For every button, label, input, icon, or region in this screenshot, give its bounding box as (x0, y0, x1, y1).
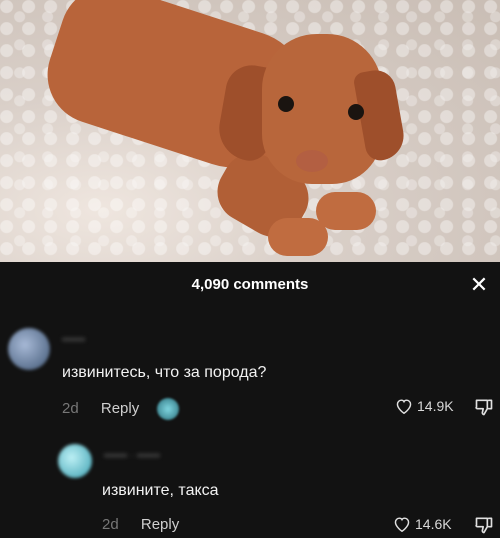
comment-meta: 2d Reply (102, 516, 179, 533)
comment-time: 2d (102, 516, 119, 533)
dog-paw-left (268, 218, 328, 256)
like-count: 14.6K (415, 516, 452, 532)
comments-panel: 4,090 comments ✕ •••••• извинитесь, что … (0, 262, 500, 538)
like-button[interactable]: 14.6K (393, 516, 452, 532)
comment-username[interactable]: •••••• · •••••• (104, 450, 160, 462)
heart-icon (394, 517, 410, 532)
dog-nose (296, 150, 328, 172)
reply-button[interactable]: Reply (141, 516, 179, 533)
comment-item: •••••• · •••••• извините, такса 2d Reply… (0, 262, 500, 538)
dog-eye-left (278, 96, 294, 112)
dog-eye-right (348, 104, 364, 120)
dog-paw-right (316, 192, 376, 230)
avatar[interactable] (58, 444, 92, 478)
dislike-icon[interactable] (474, 515, 494, 535)
comment-text: извините, такса (102, 482, 219, 499)
dog-photo (0, 0, 500, 262)
